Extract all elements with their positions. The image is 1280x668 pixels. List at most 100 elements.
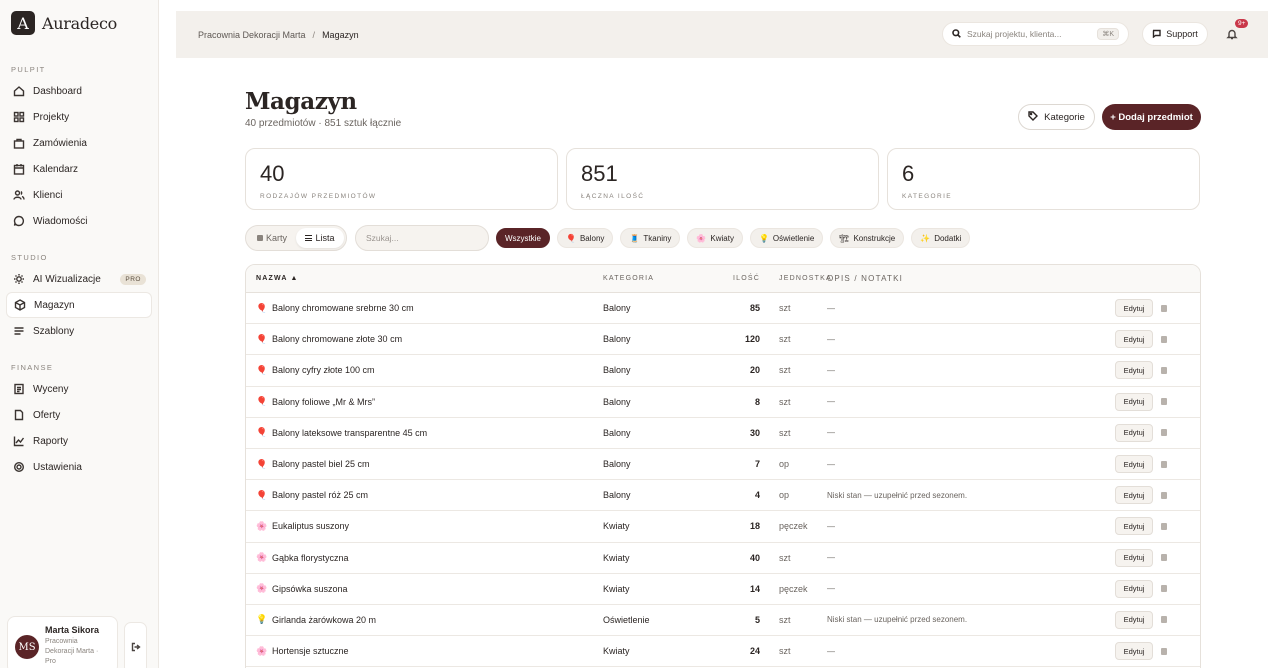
view-list-button[interactable]: Lista: [296, 228, 344, 248]
edit-button[interactable]: Edytuj: [1115, 299, 1153, 318]
column-header-unit[interactable]: JEDNOSTKA: [760, 275, 831, 282]
table-row[interactable]: 🌸 Eukaliptus suszony Kwiaty 18 pęczek — Edytuj: [246, 511, 1200, 543]
filter-chip-oświetlenie[interactable]: 💡 Oświetlenie: [749, 228, 824, 248]
edit-button[interactable]: Edytuj: [1115, 548, 1153, 567]
column-header-name[interactable]: NAZWA ▲: [246, 275, 603, 282]
edit-button[interactable]: Edytuj: [1115, 361, 1153, 380]
item-unit: szt: [779, 646, 791, 657]
search-shortcut: ⌘K: [1097, 28, 1119, 40]
item-quantity: 18: [749, 521, 760, 532]
table-row[interactable]: 🎈 Balony cyfry złote 100 cm Balony 20 szt — Ed…: [246, 355, 1200, 387]
category-icon: 🌸: [696, 233, 707, 243]
table-row[interactable]: 🎈 Balony pastel róż 25 cm Balony 4 op Niski s…: [246, 480, 1200, 512]
filter-chip-tkaniny[interactable]: 🧵 Tkaniny: [620, 228, 681, 248]
table-row[interactable]: 🎈 Balony pastel biel 25 cm Balony 7 op — Edytu…: [246, 449, 1200, 481]
edit-button[interactable]: Edytuj: [1115, 517, 1153, 536]
edit-button[interactable]: Edytuj: [1115, 423, 1153, 442]
bell-icon[interactable]: [1226, 27, 1240, 41]
sidebar-item-kalendarz[interactable]: Kalendarz: [6, 156, 152, 182]
add-item-button[interactable]: + Dodaj przedmiot: [1102, 104, 1201, 130]
table-row[interactable]: 🌸 Hortensje sztuczne Kwiaty 24 szt — Edytuj: [246, 636, 1200, 668]
inventory-search-input[interactable]: Szukaj...: [355, 225, 489, 251]
sidebar-item-ai-wizualizacje[interactable]: AI Wizualizacje PRO: [6, 266, 152, 292]
sidebar-item-label: Ustawienia: [33, 461, 82, 473]
breadcrumb-root[interactable]: Pracownia Dekoracji Marta: [198, 30, 306, 40]
user-card[interactable]: MS Marta Sikora Pracownia Dekoracji Mart…: [7, 616, 118, 668]
trash-icon[interactable]: [1161, 522, 1167, 530]
edit-button[interactable]: Edytuj: [1115, 579, 1153, 598]
sidebar-item-wiadomosci[interactable]: Wiadomości: [6, 208, 152, 234]
table-row[interactable]: 🎈 Balony foliowe „Mr & Mrs” Balony 8 szt — Edy…: [246, 387, 1200, 418]
edit-button[interactable]: Edytuj: [1115, 455, 1153, 474]
column-header-quantity[interactable]: ILOŚĆ: [703, 275, 760, 282]
trash-icon[interactable]: [1161, 647, 1167, 655]
item-name-cell: 🌸 Gipsówka suszona: [246, 583, 603, 594]
table-body: 🎈 Balony chromowane srebrne 30 cm Balony 85…: [246, 293, 1200, 668]
stat-value: 6: [902, 161, 915, 186]
filter-chip-label: Oświetlenie: [772, 233, 815, 243]
sidebar-item-szablony[interactable]: Szablony: [6, 318, 152, 344]
sidebar-item-oferty[interactable]: Oferty: [6, 402, 152, 428]
sidebar-item-wyceny[interactable]: Wyceny: [6, 376, 152, 402]
table-row[interactable]: 🎈 Balony chromowane srebrne 30 cm Balony 85…: [246, 293, 1200, 325]
sidebar-item-projekty[interactable]: Projekty: [6, 104, 152, 130]
row-actions: Edytuj: [1115, 330, 1167, 349]
edit-button[interactable]: Edytuj: [1115, 392, 1153, 411]
sidebar-item-zamowienia[interactable]: Zamówienia: [6, 130, 152, 156]
trash-icon[interactable]: [1161, 335, 1167, 343]
sidebar-item-label: Kalendarz: [33, 163, 79, 175]
edit-button[interactable]: Edytuj: [1115, 610, 1153, 629]
app-logo[interactable]: A Auradeco: [0, 0, 158, 46]
filter-chip-wszystkie[interactable]: Wszystkie: [496, 228, 550, 248]
trash-icon[interactable]: [1161, 460, 1167, 468]
row-actions: Edytuj: [1115, 423, 1167, 442]
trash-icon[interactable]: [1161, 616, 1167, 624]
sidebar-item-raporty[interactable]: Raporty: [6, 428, 152, 454]
column-header-category[interactable]: KATEGORIA: [603, 275, 703, 282]
filter-chip-dodatki[interactable]: ✨ Dodatki: [911, 228, 971, 248]
category-icon: 🎈: [256, 489, 268, 500]
table-row[interactable]: 🌸 Gipsówka suszona Kwiaty 14 pęczek — Edytuj: [246, 574, 1200, 605]
edit-button[interactable]: Edytuj: [1115, 642, 1153, 661]
item-category: Balony: [603, 303, 631, 314]
table-row[interactable]: 🌸 Gąbka florystyczna Kwiaty 40 szt — Edytuj: [246, 543, 1200, 574]
item-category: Kwiaty: [603, 521, 630, 532]
sidebar-item-label: Magazyn: [34, 299, 75, 311]
trash-icon[interactable]: [1161, 429, 1167, 437]
item-name-cell: 🎈 Balony pastel biel 25 cm: [246, 459, 603, 470]
trash-icon[interactable]: [1161, 585, 1167, 593]
filter-chip-kwiaty[interactable]: 🌸 Kwiaty: [687, 228, 743, 248]
table-row[interactable]: 🎈 Balony lateksowe transparentne 45 cm Bal…: [246, 418, 1200, 449]
edit-button[interactable]: Edytuj: [1115, 486, 1153, 505]
item-unit: szt: [779, 427, 791, 438]
filter-chip-konstrukcje[interactable]: 🏗 Konstrukcje: [830, 228, 905, 248]
trash-icon[interactable]: [1161, 554, 1167, 562]
sidebar-item-ustawienia[interactable]: Ustawienia: [6, 454, 152, 480]
page-title: Magazyn: [245, 88, 357, 115]
support-button[interactable]: Support: [1142, 22, 1208, 46]
trash-icon[interactable]: [1161, 491, 1167, 499]
edit-button[interactable]: Edytuj: [1115, 330, 1153, 349]
categories-button[interactable]: Kategorie: [1018, 104, 1095, 130]
table-row[interactable]: 🎈 Balony chromowane złote 30 cm Balony 120 s…: [246, 324, 1200, 356]
global-search-input[interactable]: Szukaj projektu, klienta... ⌘K: [942, 22, 1129, 46]
stat-card-total-quantity: 851 ŁĄCZNA ILOŚĆ: [566, 148, 879, 210]
trash-icon[interactable]: [1161, 366, 1167, 374]
logout-button[interactable]: [124, 622, 147, 668]
cards-icon: [256, 235, 263, 241]
view-cards-button[interactable]: Karty: [248, 228, 296, 248]
sidebar-item-dashboard[interactable]: Dashboard: [6, 78, 152, 104]
sidebar-item-label: Projekty: [33, 111, 70, 123]
chat-icon: [1152, 29, 1161, 40]
trash-icon[interactable]: [1161, 304, 1167, 312]
section-label-studio: STUDIO: [11, 253, 48, 262]
sidebar-item-magazyn[interactable]: Magazyn: [6, 292, 152, 318]
trash-icon[interactable]: [1161, 398, 1167, 406]
filter-chip-balony[interactable]: 🎈 Balony: [557, 228, 614, 248]
item-name: Balony pastel róż 25 cm: [272, 490, 369, 501]
item-category: Oświetlenie: [603, 614, 650, 625]
item-unit: szt: [779, 552, 791, 563]
table-row[interactable]: 💡 Girlanda żarówkowa 20 m Oświetlenie 5 szt N…: [246, 605, 1200, 637]
chart-icon: [12, 435, 25, 448]
sidebar-item-klienci[interactable]: Klienci: [6, 182, 152, 208]
